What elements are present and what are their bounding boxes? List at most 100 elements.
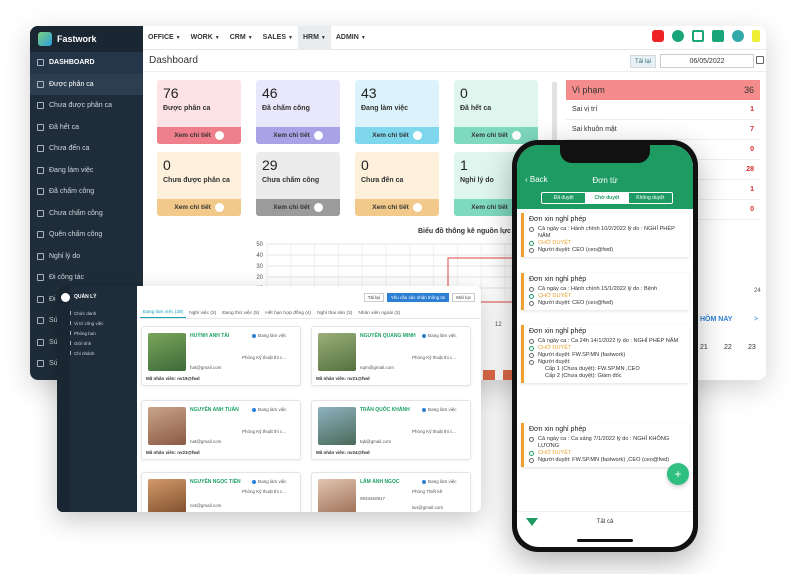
segment-pending[interactable]: Chờ duyệt [585, 193, 629, 203]
menu-admin[interactable]: ADMIN ▼ [331, 26, 371, 50]
segment-rejected[interactable]: Không duyệt [629, 193, 672, 203]
employee-card[interactable]: TRẦN QUỐC KHÁNH Đang làm việc Phòng Kỹ t… [311, 400, 471, 460]
sidebar-item-checked-in[interactable]: Đã chấm công [30, 181, 143, 203]
employee-status: Đang làm việc [422, 407, 457, 412]
today-label[interactable]: HÔM NAY [700, 316, 732, 323]
view-detail-button[interactable]: Xem chi tiết [256, 199, 340, 216]
leave-request-card[interactable]: Đơn xin nghỉ phép Cả ngày ca : Hành chín… [521, 213, 689, 257]
view-detail-button[interactable]: Xem chi tiết [256, 127, 340, 144]
calendar-icon[interactable] [756, 56, 764, 64]
employee-card[interactable]: NGUYỄN QUANG MINH Đang làm việc Phòng Kỹ… [311, 326, 471, 386]
status-dot-icon [252, 333, 256, 338]
tab-probation[interactable]: Đang thử việc (5) [219, 308, 262, 318]
employee-dept: Phòng Thiết kế [412, 489, 443, 494]
menu-office[interactable]: OFFICE ▼ [143, 26, 186, 50]
card-approval-level: Cấp 1 (Chưa duyệt): FW.SP.MN ,CEO [545, 366, 640, 372]
sidebar-item-shift-ended[interactable]: Đã hết ca [30, 117, 143, 139]
violation-row[interactable]: Sai vị trí 1 [566, 100, 760, 120]
home-indicator [577, 539, 633, 542]
sidebar-item-dashboard[interactable]: DASHBOARD [30, 52, 143, 74]
calendar-day[interactable]: 22 [724, 344, 732, 351]
view-detail-button[interactable]: Xem chi tiết [355, 199, 439, 216]
employee-card[interactable]: NGUYỄN NGỌC TIẾN Đang làm việc Phòng Kỹ … [141, 472, 301, 512]
stat-number: 1 [460, 157, 468, 173]
sidebar-item-unassigned[interactable]: Chưa được phân ca [30, 95, 143, 117]
detail-text: Cả ngày ca : Ca 24h 14/1/2022 lý do : NG… [538, 338, 679, 344]
menu-crm[interactable]: CRM ▼ [225, 26, 258, 50]
employee-dept: Phòng Kỹ thuật thi c... [242, 429, 287, 434]
employee-photo [148, 333, 186, 371]
check-icon [37, 188, 44, 196]
tab-maternity[interactable]: Nghỉ thai sản (3) [314, 308, 355, 318]
card-detail: Cả ngày ca : Hành chính 10/2/2022 lý do … [529, 226, 684, 240]
stat-label: Chưa được phân ca [163, 177, 230, 184]
help-icon[interactable] [672, 30, 684, 42]
tab-external[interactable]: Nhân viên ngoài (3) [355, 308, 403, 318]
violation-value: 7 [750, 126, 754, 133]
stat-label: Đã hết ca [460, 105, 492, 112]
add-request-button[interactable]: + [667, 463, 689, 485]
menu-work[interactable]: WORK ▼ [186, 26, 225, 50]
home-icon[interactable] [692, 30, 704, 42]
tab-resigned[interactable]: Nghỉ việc (3) [186, 308, 219, 318]
sidebar-item-forgot-checkin[interactable]: Quên chấm công [30, 224, 143, 246]
sidebar-item-label: Chưa đến ca [49, 145, 90, 153]
employee-card[interactable]: NGUYỄN ANH TUẤN Đang làm việc Phòng Kỹ t… [141, 400, 301, 460]
tab-contract-expired[interactable]: Hết hạn hợp đồng (4) [262, 308, 314, 318]
caret-down-icon: ▼ [360, 34, 366, 41]
menu-label: CRM [229, 34, 246, 41]
leave-request-card[interactable]: Đơn xin nghỉ phép Cả ngày ca : Ca sáng 7… [521, 423, 689, 467]
brand[interactable]: Fastwork [30, 26, 143, 52]
view-detail-button[interactable]: Xem chi tiết [157, 127, 241, 144]
phone-notch [560, 145, 650, 163]
view-detail-button[interactable]: Xem chi tiết [157, 199, 241, 216]
hr-sub-label: Giới tính [74, 340, 92, 346]
calendar-day[interactable]: 23 [748, 344, 756, 351]
approver-text: Người duyệt: FW.SP.MN (fastwork) [538, 352, 626, 358]
hr-sidebar-header[interactable]: QUẢN LÝ [57, 286, 137, 308]
clock-icon [529, 227, 534, 232]
menu-hrm[interactable]: HRM ▼ [297, 26, 331, 50]
view-detail-button[interactable]: Xem chi tiết [355, 127, 439, 144]
employee-email: nqm@gmail.com [360, 365, 394, 370]
employee-email: tqk@gmail.com [360, 439, 392, 444]
sidebar-item-not-yet[interactable]: Chưa đến ca [30, 138, 143, 160]
filter-button[interactable]: Mới lọc [452, 293, 475, 302]
apps-grid-icon[interactable] [712, 30, 724, 42]
segment-approved[interactable]: Đã duyệt [542, 193, 585, 203]
composite-stage: Fastwork DASHBOARD Được phân ca Chưa đượ… [0, 0, 800, 574]
request-confirm-button[interactable]: Yêu cầu xác nhận thông tin [386, 293, 450, 302]
button-label: Xem chi tiết [273, 132, 310, 139]
view-detail-button[interactable]: Xem chi tiết [454, 127, 538, 144]
leave-request-card[interactable]: Đơn xin nghỉ phép Cả ngày ca : Hành chín… [521, 273, 689, 310]
brand-mark-icon [752, 30, 760, 42]
leave-request-card[interactable]: Đơn xin nghỉ phép Cả ngày ca : Ca 24h 14… [521, 325, 689, 383]
filter-all-label[interactable]: Tất cả [517, 519, 693, 525]
employee-name: LÂM ÁNH NGỌC [360, 479, 400, 485]
reload-button[interactable]: Tải lại [363, 293, 384, 302]
check-circle-icon [529, 294, 534, 299]
youtube-icon[interactable] [652, 30, 664, 42]
employee-card[interactable]: HUỲNH ANH TÀI Đang làm việc Phòng Kỹ thu… [141, 326, 301, 386]
sidebar-item-working[interactable]: Đang làm việc [30, 160, 143, 182]
hr-sub-label: Chức danh [74, 310, 97, 316]
gear-icon[interactable] [732, 30, 744, 42]
stat-number: 29 [262, 157, 278, 173]
date-picker[interactable]: 06/05/2022 [660, 54, 754, 68]
chevron-right-icon[interactable]: > [754, 316, 758, 323]
sidebar-item-leave-reason[interactable]: Nghỉ lý do [30, 246, 143, 268]
list-icon [37, 360, 44, 368]
violation-row[interactable]: Sai khuôn mặt 7 [566, 120, 760, 140]
tab-working[interactable]: Đang làm việc (38) [140, 308, 187, 318]
employee-photo [318, 333, 356, 371]
calendar-day[interactable]: 21 [700, 344, 708, 351]
y-tick-label: 50 [256, 242, 263, 248]
employee-card[interactable]: LÂM ÁNH NGỌC Đang làm việc Phòng Thiết k… [311, 472, 471, 512]
reload-button[interactable]: Tải lại [629, 55, 656, 68]
menu-sales[interactable]: SALES ▼ [258, 26, 298, 50]
sidebar-item-not-checked-in[interactable]: Chưa chấm công [30, 203, 143, 225]
violation-title: Vi phạm [572, 85, 605, 95]
violation-header[interactable]: Vi phạm 36 [566, 80, 760, 100]
sidebar-item-assigned[interactable]: Được phân ca [30, 73, 143, 95]
menu-label: ADMIN [335, 34, 359, 41]
